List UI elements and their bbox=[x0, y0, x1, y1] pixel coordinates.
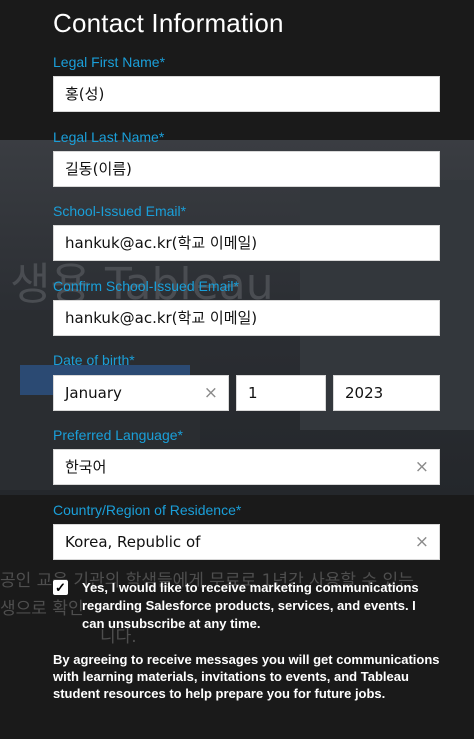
confirm-email-label: Confirm School-Issued Email* bbox=[53, 278, 239, 294]
dob-label: Date of birth* bbox=[53, 352, 135, 368]
agreement-notice: By agreeing to receive messages you will… bbox=[53, 652, 440, 701]
contact-form: Contact Information Legal First Name* 홍(… bbox=[0, 0, 474, 739]
dob-year-value: 2023 bbox=[345, 384, 384, 402]
first-name-label: Legal First Name* bbox=[53, 54, 166, 70]
last-name-label: Legal Last Name* bbox=[53, 129, 165, 145]
language-select[interactable]: 한국어 × bbox=[53, 449, 440, 485]
country-value: Korea, Republic of bbox=[65, 533, 201, 551]
close-icon[interactable]: × bbox=[415, 525, 429, 559]
last-name-value: 길동(이름) bbox=[65, 160, 132, 178]
marketing-checkbox[interactable]: ✓ bbox=[53, 580, 68, 595]
dob-year-select[interactable]: 2023 bbox=[333, 375, 440, 411]
email-label: School-Issued Email* bbox=[53, 203, 187, 219]
email-value: hankuk@ac.kr(학교 이메일) bbox=[65, 234, 258, 252]
last-name-input[interactable]: 길동(이름) bbox=[53, 151, 440, 187]
country-select[interactable]: Korea, Republic of × bbox=[53, 524, 440, 560]
marketing-consent-text: Yes, I would like to receive marketing c… bbox=[82, 580, 419, 631]
dob-day-select[interactable]: 1 bbox=[236, 375, 326, 411]
email-input[interactable]: hankuk@ac.kr(학교 이메일) bbox=[53, 225, 440, 261]
confirm-email-input[interactable]: hankuk@ac.kr(학교 이메일) bbox=[53, 300, 440, 336]
dob-day-value: 1 bbox=[248, 384, 258, 402]
first-name-value: 홍(성) bbox=[65, 85, 105, 103]
confirm-email-value: hankuk@ac.kr(학교 이메일) bbox=[65, 309, 258, 327]
form-title: Contact Information bbox=[53, 8, 284, 38]
first-name-input[interactable]: 홍(성) bbox=[53, 76, 440, 112]
country-label: Country/Region of Residence* bbox=[53, 502, 242, 518]
dob-month-select[interactable]: January × bbox=[53, 375, 229, 411]
dob-month-value: January bbox=[65, 384, 122, 402]
language-label: Preferred Language* bbox=[53, 427, 183, 443]
close-icon[interactable]: × bbox=[415, 450, 429, 484]
close-icon[interactable]: × bbox=[204, 376, 218, 410]
language-value: 한국어 bbox=[65, 458, 107, 476]
